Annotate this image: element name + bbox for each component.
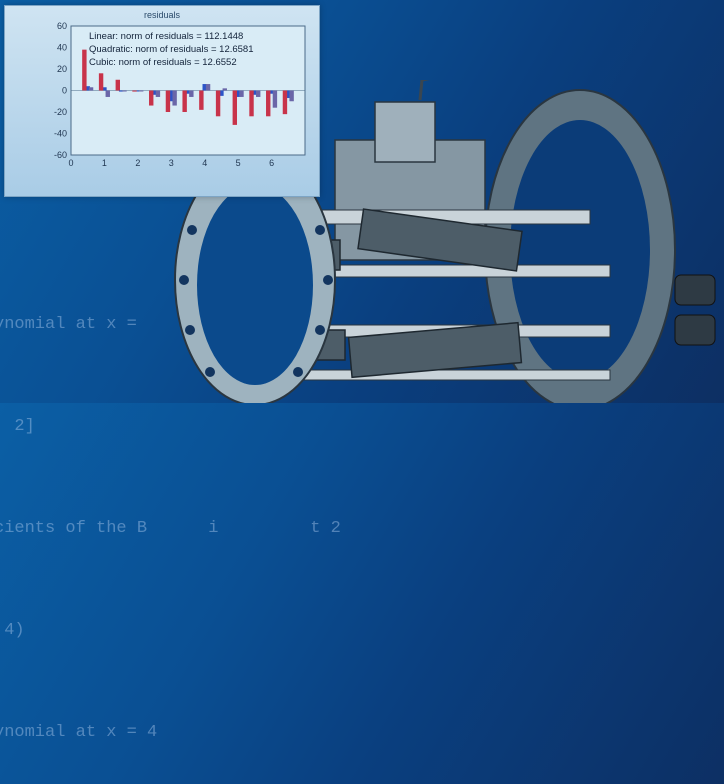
bar-quadratic <box>266 90 271 117</box>
bar-quadratic <box>82 49 87 91</box>
x-tick-label: 3 <box>169 158 174 168</box>
bar-quadratic <box>149 90 154 106</box>
legend-entry: Quadratic: norm of residuals = 12.6581 <box>89 44 254 55</box>
bar-cubic <box>155 90 161 97</box>
bar-cubic <box>122 90 127 92</box>
code-line: cients of the B i t 2 <box>0 519 341 538</box>
bar-cubic <box>272 90 278 108</box>
bar-quadratic <box>215 90 221 117</box>
bar-cubic <box>205 84 211 91</box>
residuals-plot-window: residuals 60 40 20 0 -20 -40 -60 0 1 2 3 4 5 6 Linear:… <box>4 5 320 197</box>
bar-quadratic <box>282 90 288 115</box>
residuals-bar-chart: 6040200-20-40-600 1 2 3 4 5 6Linear: norm of r… <box>54 21 306 168</box>
bar-quadratic <box>232 90 237 125</box>
y-tick-label: -40 <box>54 129 67 139</box>
bar-cubic <box>222 88 227 91</box>
x-tick-label: 0 <box>68 158 73 168</box>
bar-cubic <box>105 90 110 97</box>
x-tick-label: 2 <box>135 158 140 168</box>
x-tick-label: 6 <box>269 158 274 168</box>
legend-entry: Linear: norm of residuals = 112.1448 <box>89 31 243 42</box>
bar-quadratic <box>132 90 137 92</box>
x-tick-label: 1 <box>102 158 107 168</box>
code-line: 2] <box>14 417 35 436</box>
x-tick-label: 5 <box>236 158 241 168</box>
y-tick-label: 40 <box>57 43 67 53</box>
y-tick-label: 60 <box>57 21 67 31</box>
code-line: ,4) <box>0 621 25 640</box>
bar-quadratic <box>115 79 120 91</box>
y-tick-label: -20 <box>54 107 67 117</box>
y-tick-label: -60 <box>54 150 67 160</box>
legend-entry: Cubic: norm of residuals = 12.6552 <box>89 57 237 68</box>
bar-cubic <box>139 90 144 92</box>
y-tick-label: 20 <box>57 64 67 74</box>
code-line: ynomial at x = 4 <box>0 723 158 742</box>
x-tick-label: 4 <box>202 158 207 168</box>
bar-quadratic <box>98 73 104 91</box>
bar-cubic <box>256 90 261 97</box>
bar-cubic <box>239 90 244 97</box>
bar-cubic <box>172 90 177 106</box>
bar-quadratic <box>165 90 171 112</box>
y-tick-label: 0 <box>62 86 67 96</box>
bar-cubic <box>189 90 194 97</box>
bar-quadratic <box>249 90 254 117</box>
bar-cubic <box>289 90 294 102</box>
bar-quadratic <box>199 90 204 110</box>
bar-cubic <box>88 87 94 91</box>
bar-quadratic <box>182 90 187 112</box>
